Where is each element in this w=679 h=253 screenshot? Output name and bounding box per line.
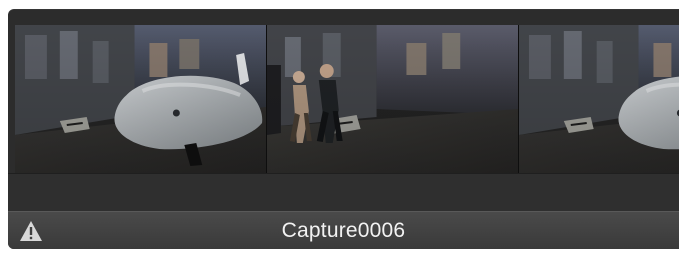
clip-title-bar[interactable]: Capture0006 [8,211,679,249]
clip-title: Capture0006 [281,219,406,242]
filmstrip[interactable] [15,25,679,173]
video-thumbnail [15,25,267,173]
timeline-clip[interactable]: Capture0006 [8,9,679,249]
video-thumbnail [519,25,679,173]
video-thumbnail [267,25,519,173]
audio-track-area[interactable] [8,173,679,212]
